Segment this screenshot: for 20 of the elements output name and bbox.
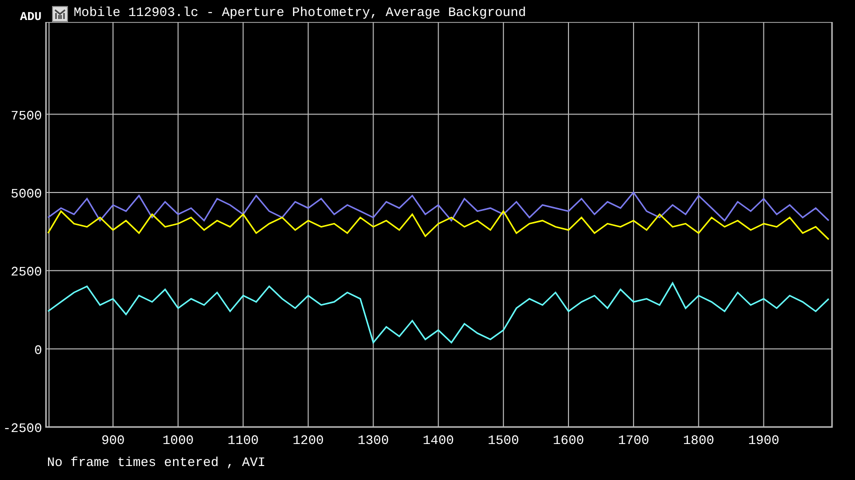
- axis-tick-label: 7500: [10, 108, 42, 124]
- axis-tick-label: 1300: [358, 433, 389, 448]
- axis-tick-label: 1500: [488, 433, 520, 448]
- axis-tick-label: 1200: [292, 433, 324, 448]
- axis-tick-label: 1400: [422, 433, 454, 448]
- app-icon: [52, 6, 68, 22]
- axis-tick-label: 0: [34, 342, 42, 358]
- axis-tick-label: 1800: [683, 433, 714, 448]
- status-text: No frame times entered , AVI: [46, 454, 266, 470]
- window-title: Mobile 112903.lc - Aperture Photometry, Average Background: [74, 4, 526, 22]
- axis-tick-label: 900: [101, 433, 125, 448]
- axis-tick-label: -2500: [2, 421, 42, 436]
- axis-tick-label: 5000: [10, 186, 42, 202]
- axis-tick-label: 1700: [618, 433, 650, 448]
- axis-tick-label: 1100: [228, 433, 259, 448]
- axis-tick-label: 2500: [10, 264, 42, 280]
- axis-tick-label: 1000: [162, 433, 194, 448]
- axis-tick-label: 1900: [748, 433, 780, 448]
- y-axis-label: ADU: [20, 10, 42, 24]
- axis-tick-label: 1600: [552, 433, 584, 448]
